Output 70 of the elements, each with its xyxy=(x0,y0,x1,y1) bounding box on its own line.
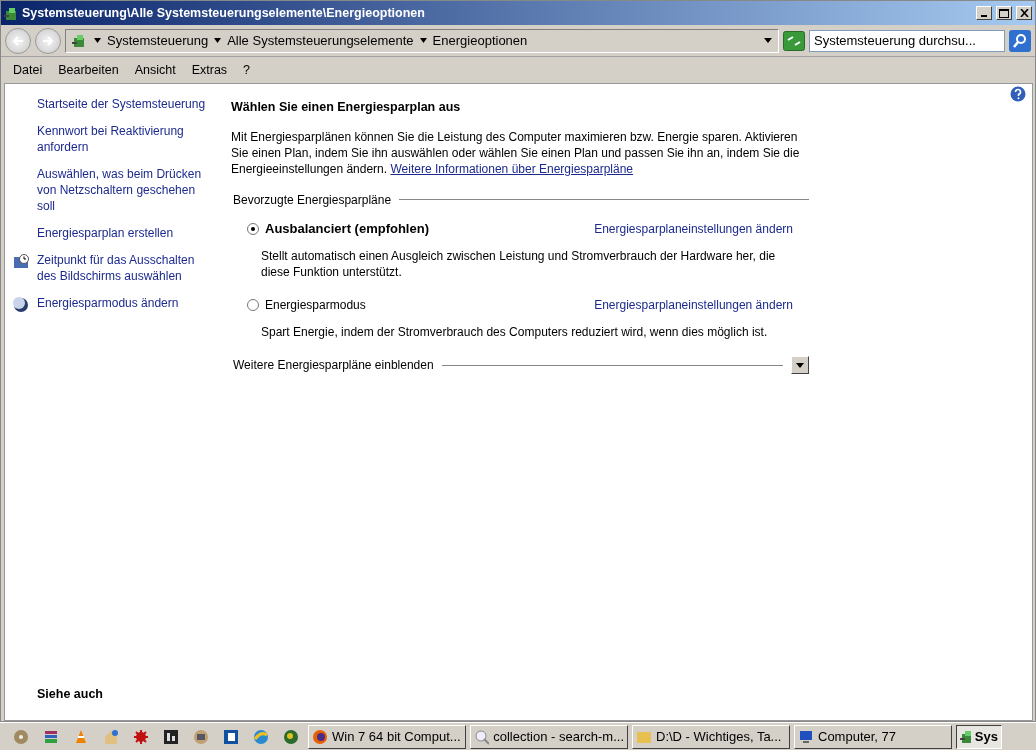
menu-item[interactable]: Extras xyxy=(191,60,228,80)
maximize-icon xyxy=(999,8,1009,18)
moon-icon xyxy=(13,296,29,313)
expand-button[interactable] xyxy=(791,356,809,375)
monitor-clock-icon xyxy=(13,253,29,270)
sidebar-link[interactable]: Energiesparmodus ändern xyxy=(37,295,207,313)
back-button[interactable] xyxy=(5,27,31,54)
sidebar-link[interactable]: Kennwort bei Reaktivierung anfordern xyxy=(37,123,207,155)
plan-settings-link[interactable]: Energiesparplaneinstellungen ändern xyxy=(594,296,793,315)
globe-icon[interactable] xyxy=(283,728,299,745)
caret-icon xyxy=(796,362,804,368)
menu-item[interactable]: Datei xyxy=(13,60,43,80)
app-icon[interactable] xyxy=(163,728,179,745)
info-link[interactable]: Weitere Informationen über Energiesparpläne xyxy=(390,161,634,176)
minimize-button[interactable] xyxy=(976,6,992,20)
house-icon[interactable] xyxy=(103,728,119,745)
caret-icon xyxy=(214,38,222,43)
search-icon xyxy=(474,728,490,745)
sidebar-link[interactable]: Startseite der Systemsteuerung xyxy=(37,96,207,112)
taskbar-button[interactable]: D:\D - Wichtiges, Ta... xyxy=(632,724,790,749)
browser-icon xyxy=(312,728,328,745)
sidebar-link[interactable]: Energiesparplan erstellen xyxy=(37,225,207,241)
close-button[interactable] xyxy=(1016,6,1032,20)
window-icon[interactable] xyxy=(223,728,239,745)
traffic-cone-icon[interactable] xyxy=(73,728,89,745)
menu-item[interactable]: ? xyxy=(243,60,251,80)
control-panel-icon xyxy=(4,5,18,22)
plan-settings-link[interactable]: Energiesparplaneinstellungen ändern xyxy=(594,219,793,238)
breadcrumb-item[interactable]: Alle Systemsteuerungselemente xyxy=(227,30,414,51)
close-icon xyxy=(1019,9,1029,17)
search-icon[interactable] xyxy=(1009,29,1031,52)
taskbar-button[interactable]: collection - search-m... xyxy=(470,724,628,749)
scanner-icon[interactable] xyxy=(193,728,209,745)
search-field[interactable]: Systemsteuerung durchsu... xyxy=(809,29,1005,52)
page-heading: Wählen Sie einen Energiesparplan aus xyxy=(231,99,462,116)
caret-icon xyxy=(764,38,772,43)
forward-button[interactable] xyxy=(35,27,61,54)
menu-item[interactable]: Ansicht xyxy=(134,60,176,80)
plan-description: Stellt automatisch einen Ausgleich zwischen Leistung und Stromverbrauch der Hardware her, die diese Funktion unterstützt. xyxy=(260,248,777,281)
radio-button[interactable] xyxy=(247,299,259,312)
help-icon[interactable] xyxy=(1010,86,1026,102)
plan-name: Ausbalanciert (empfohlen) xyxy=(265,219,429,238)
back-arrow-icon xyxy=(11,35,25,48)
refresh-icon[interactable] xyxy=(783,30,805,51)
sidebar-link[interactable]: Zeitpunkt für das Ausschalten des Bildschirms auswählen xyxy=(37,252,207,284)
maximize-button[interactable] xyxy=(996,6,1012,20)
breadcrumb-item[interactable]: Energieoptionen xyxy=(432,30,528,51)
plan-name: Energiesparmodus xyxy=(265,297,366,315)
control-panel-icon xyxy=(960,728,971,745)
disc-icon[interactable] xyxy=(13,728,29,745)
breadcrumb-item[interactable]: Systemsteuerung xyxy=(107,30,209,51)
group-title: Bevorzugte Energiesparpläne xyxy=(233,191,392,209)
plan-description: Spart Energie, indem der Stromverbrauch des Computers reduziert wird, wenn dies möglich ist. xyxy=(260,324,769,341)
taskbar-button[interactable]: Win 7 64 bit Comput... xyxy=(308,724,466,749)
taskbar-button[interactable]: Computer, 77 xyxy=(794,724,952,749)
caret-icon xyxy=(419,38,427,43)
forward-arrow-icon xyxy=(41,35,55,48)
computer-icon xyxy=(798,728,814,745)
section-heading: Siehe auch xyxy=(36,686,104,704)
intro-text: Mit Energiesparplänen können Sie die Leistung des Computer maximieren bzw. Energie sparen. Aktivieren Sie einen Plan, indem Sie ihn auswählen oder wählen Sie einen Plan und passen Sie ihn an, indem Sie die Energieeinstellungen ändern. Weitere Informationen über Energiesparpläne xyxy=(231,128,801,177)
taskbar-button[interactable]: Sys xyxy=(956,724,1002,749)
radio-button[interactable] xyxy=(247,222,259,235)
caret-icon xyxy=(94,38,101,43)
sidebar-link[interactable]: Auswählen, was beim Drücken von Netzschaltern geschehen soll xyxy=(37,166,207,214)
books-icon[interactable] xyxy=(43,728,59,745)
expander-label: Weitere Energiesparpläne einblenden xyxy=(233,357,434,375)
window-title: Systemsteuerung\Alle Systemsteuerungselemente\Energieoptionen xyxy=(22,4,426,22)
splash-icon[interactable] xyxy=(133,728,149,745)
address-bar[interactable]: Systemsteuerung Alle Systemsteuerungselemente Energieoptionen xyxy=(65,28,779,53)
menu-item[interactable]: Bearbeiten xyxy=(58,60,119,80)
